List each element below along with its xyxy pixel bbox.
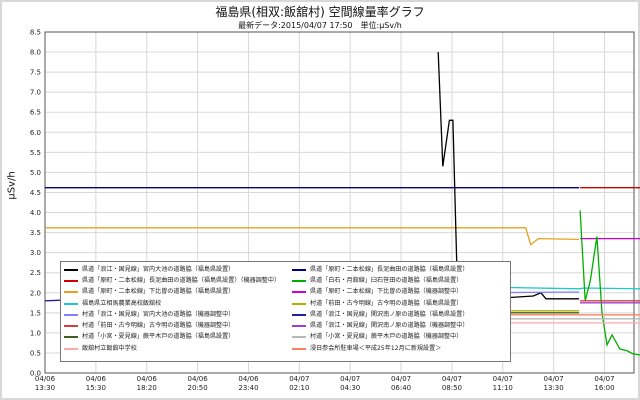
x-tick-time: 23:40 [238,384,258,392]
legend-row: 村道「前田・古今明線」古今明の道路脇（機器調整中） 県道「浪江・国見線」関沢南ノ原… [64,320,507,331]
y-tick-label: 3.5 [30,229,41,237]
x-tick-date: 04/06 [137,375,158,383]
legend-entry: 村道「小宮・夏見線」蕨平木戸の道路脇（福島県設置） [64,332,292,343]
legend-entry: 飯舘村立飯舘中学校 [64,343,292,354]
legend-row: 県道「浪江・国見線」宮内大池の道路脇（福島県設置） 県道「原町・二本松線」長泥曲田… [64,264,507,275]
y-tick-label: 1.5 [30,309,41,317]
legend-label: 県道「浪江・国見線」関沢南ノ原の道路脇（機器調整中） [310,322,469,330]
legend-entry: 県道「原町・二本松線」下比曽の道路脇（機器調整中） [292,287,507,298]
legend-label: 村道「小宮・夏見線」蕨平木戸の道路脇（機器調整中） [310,333,463,341]
legend-label: 県道「原町・二本松線」長泥曲田の道路脇（福島県設置）（機器調整中） [82,276,281,284]
legend-label: 村道「前田・古今明線」古今明の道路脇（福島県設置） [310,299,463,307]
legend-label: 県道「浪江・国見線」宮内大池の道路脇（福島県設置） [82,265,235,273]
y-tick-label: 8.0 [30,49,41,57]
legend-swatch [64,279,78,282]
chart-legend: 県道「浪江・国見線」宮内大池の道路脇（福島県設置） 県道「原町・二本松線」長泥曲田… [60,261,511,362]
legend-entry: 村道「浪江・国見線」宮内大池の道路脇（機器調整中） [64,309,292,320]
legend-label: 県道「白石・月舘線」臼石笹田の道路脇（福島県設置） [310,276,463,284]
x-tick-date: 04/06 [35,375,56,383]
legend-entry: 県道「浪江・国見線」宮内大池の道路脇（福島県設置） [64,264,292,275]
y-tick-label: 6.5 [30,109,41,117]
legend-label: 村道「浪江・国見線」宮内大池の道路脇（機器調整中） [82,310,235,318]
x-tick-date: 04/06 [187,375,208,383]
legend-entry: 県道「浪江・国見線」関沢南ノ原の道路脇（機器調整中） [292,320,507,331]
x-tick-time: 15:30 [86,384,106,392]
legend-entry: 県道「原町・二本松線」長泥曲田の道路脇（福島県設置） [292,264,507,275]
x-tick-date: 04/07 [340,375,360,383]
legend-row: 県道「原町・二本松線」下比曽の道路脇（福島県設置） 県道「原町・二本松線」下比曽の… [64,287,507,298]
legend-swatch [64,268,78,271]
x-tick-time: 13:30 [35,384,55,392]
x-tick-date: 04/07 [594,375,614,383]
x-tick-date: 04/06 [238,375,259,383]
legend-entry: 村道「前田・古今明線」古今明の道路脇（福島県設置） [292,298,507,309]
legend-swatch [292,291,306,294]
y-tick-label: 5.0 [30,169,41,177]
legend-swatch [64,302,78,305]
legend-label: 浸日参会所駐車場＜平成25年12月に新規設置＞ [310,344,442,352]
legend-row: 県道「原町・二本松線」長泥曲田の道路脇（福島県設置）（機器調整中） 県道「白石・月… [64,275,507,286]
x-tick-time: 06:40 [391,384,411,392]
legend-row: 村道「小宮・夏見線」蕨平木戸の道路脇（福島県設置） 村道「小宮・夏見線」蕨平木戸の… [64,332,507,343]
x-tick-date: 04/07 [391,375,411,383]
legend-row: 村道「浪江・国見線」宮内大池の道路脇（機器調整中） 県道「浪江・国見線」関沢南ノ原… [64,309,507,320]
x-tick-time: 04:30 [340,384,360,392]
legend-swatch [64,291,78,294]
legend-label: 村道「小宮・夏見線」蕨平木戸の道路脇（福島県設置） [82,333,235,341]
legend-entry: 村道「小宮・夏見線」蕨平木戸の道路脇（機器調整中） [292,332,507,343]
legend-label: 村道「前田・古今明線」古今明の道路脇（機器調整中） [82,322,235,330]
legend-swatch [64,325,78,328]
y-tick-label: 4.0 [30,209,41,217]
x-tick-time: 18:20 [137,384,157,392]
y-tick-label: 2.0 [30,289,41,297]
x-tick-time: 08:50 [442,384,462,392]
x-tick-date: 04/07 [544,375,564,383]
y-tick-label: 0.5 [30,349,41,357]
legend-label: 県道「原町・二本松線」下比曽の道路脇（福島県設置） [82,288,235,296]
legend-swatch [292,325,306,328]
legend-swatch [292,279,306,282]
legend-swatch [64,313,78,316]
legend-swatch [292,336,306,339]
legend-swatch [64,347,78,350]
y-tick-label: 5.5 [30,149,41,157]
legend-label: 福島県立相馬農業高校飯舘校 [82,299,162,307]
x-tick-date: 04/06 [86,375,107,383]
legend-entry: 県道「白石・月舘線」臼石笹田の道路脇（福島県設置） [292,275,507,286]
x-tick-date: 04/07 [493,375,513,383]
legend-swatch [292,347,306,350]
legend-swatch [64,336,78,339]
y-tick-label: 3.0 [30,249,41,257]
x-tick-time: 11:10 [493,384,513,392]
legend-entry: 村道「前田・古今明線」古今明の道路脇（機器調整中） [64,320,292,331]
legend-entry: 県道「浪江・国見線」関沢南ノ原の道路脇（福島県設置） [292,309,507,320]
x-tick-time: 20:50 [187,384,207,392]
legend-row: 飯舘村立飯舘中学校 浸日参会所駐車場＜平成25年12月に新規設置＞ [64,343,507,354]
legend-entry: 福島県立相馬農業高校飯舘校 [64,298,292,309]
legend-entry: 県道「原町・二本松線」長泥曲田の道路脇（福島県設置）（機器調整中） [64,275,292,286]
legend-label: 県道「原町・二本松線」下比曽の道路脇（機器調整中） [310,288,463,296]
legend-label: 県道「浪江・国見線」関沢南ノ原の道路脇（福島県設置） [310,310,469,318]
legend-swatch [292,313,306,316]
legend-swatch [292,268,306,271]
y-tick-label: 2.5 [30,269,41,277]
x-tick-date: 04/07 [289,375,309,383]
y-tick-label: 8.5 [30,29,41,37]
x-tick-time: 02:10 [289,384,309,392]
legend-entry: 浸日参会所駐車場＜平成25年12月に新規設置＞ [292,343,507,354]
legend-swatch [292,302,306,305]
y-tick-label: 4.5 [30,189,41,197]
legend-entry: 県道「原町・二本松線」下比曽の道路脇（福島県設置） [64,287,292,298]
x-tick-time: 13:30 [544,384,564,392]
legend-label: 飯舘村立飯舘中学校 [82,344,137,352]
y-tick-label: 7.5 [30,69,41,77]
y-tick-label: 6.0 [30,129,41,137]
legend-label: 県道「原町・二本松線」長泥曲田の道路脇（福島県設置） [310,265,469,273]
x-tick-time: 16:00 [594,384,614,392]
y-tick-label: 7.0 [30,89,41,97]
legend-row: 福島県立相馬農業高校飯舘校 村道「前田・古今明線」古今明の道路脇（福島県設置） [64,298,507,309]
x-tick-date: 04/07 [442,375,462,383]
y-tick-label: 1.0 [30,329,41,337]
